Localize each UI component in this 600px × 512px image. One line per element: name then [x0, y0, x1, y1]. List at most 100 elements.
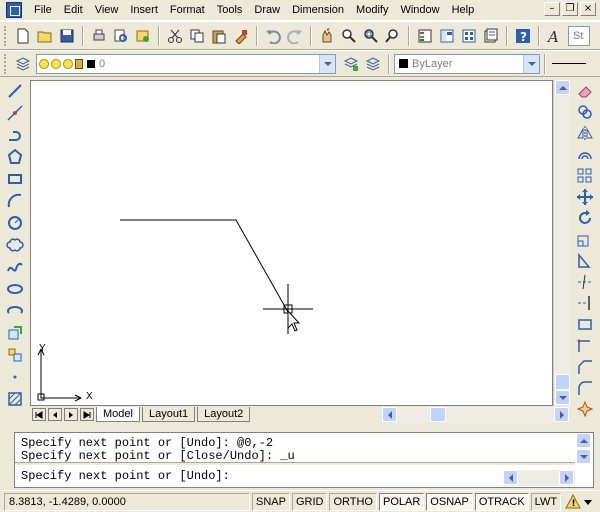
stretch-icon[interactable] — [574, 250, 596, 271]
previous-tab-button[interactable] — [48, 408, 62, 421]
menu-window[interactable]: Window — [394, 0, 445, 20]
erase-icon[interactable] — [574, 80, 596, 101]
scroll-down-button[interactable] — [555, 390, 570, 405]
circle-icon[interactable] — [4, 212, 26, 234]
menu-edit[interactable]: Edit — [58, 0, 89, 20]
tab-model[interactable]: Model — [96, 407, 140, 422]
command-prompt[interactable]: Specify next point or [Undo]: — [21, 470, 230, 483]
offset-icon[interactable] — [574, 144, 596, 165]
chevron-down-icon[interactable] — [523, 54, 539, 73]
array-icon[interactable] — [574, 165, 596, 186]
polar-toggle[interactable]: POLAR — [379, 492, 425, 511]
fillet-icon[interactable] — [574, 378, 596, 399]
extend-icon[interactable] — [574, 293, 596, 314]
drawing-area[interactable]: Y X — [30, 80, 553, 406]
zoom-previous-icon[interactable] — [382, 25, 404, 47]
tab-layout2[interactable]: Layout2 — [197, 407, 251, 422]
menu-format[interactable]: Format — [164, 0, 211, 20]
lwt-toggle[interactable]: LWT — [530, 492, 562, 511]
menu-view[interactable]: View — [89, 0, 125, 20]
scroll-up-button[interactable] — [555, 80, 570, 95]
text-style-icon[interactable]: A — [544, 25, 566, 47]
join-icon[interactable] — [574, 335, 596, 356]
undo-icon[interactable] — [262, 25, 284, 47]
grid-toggle[interactable]: GRID — [291, 492, 328, 511]
menu-modify[interactable]: Modify — [350, 0, 394, 20]
scale-icon[interactable] — [574, 229, 596, 250]
rotate-icon[interactable] — [574, 208, 596, 229]
point-icon[interactable] — [4, 366, 26, 388]
new-icon[interactable] — [12, 25, 34, 47]
redo-icon[interactable] — [284, 25, 306, 47]
status-menu-arrow-icon[interactable] — [583, 497, 593, 507]
menu-dimension[interactable]: Dimension — [286, 0, 350, 20]
copy-icon[interactable] — [186, 25, 208, 47]
chevron-down-icon[interactable] — [319, 54, 335, 73]
rectangle-icon[interactable] — [4, 168, 26, 190]
copy-object-icon[interactable] — [574, 101, 596, 122]
tool-palettes-icon[interactable] — [458, 25, 480, 47]
scroll-right-button[interactable] — [559, 470, 574, 485]
menu-file[interactable]: File — [28, 0, 58, 20]
hatch-icon[interactable] — [4, 388, 26, 410]
publish-icon[interactable] — [132, 25, 154, 47]
layer-combo[interactable]: 0 — [36, 53, 336, 74]
chamfer-icon[interactable] — [574, 356, 596, 377]
coordinate-display[interactable]: 8.3813, -1.4289, 0.0000 — [4, 492, 250, 511]
polygon-icon[interactable] — [4, 146, 26, 168]
communication-center-icon[interactable]: ! — [565, 493, 581, 510]
sheet-set-icon[interactable] — [480, 25, 502, 47]
mirror-icon[interactable] — [574, 123, 596, 144]
scroll-left-button[interactable] — [503, 470, 518, 485]
trim-icon[interactable] — [574, 271, 596, 292]
ortho-toggle[interactable]: ORTHO — [329, 492, 377, 511]
open-icon[interactable] — [34, 25, 56, 47]
line-icon[interactable] — [4, 80, 26, 102]
linetype-preview[interactable] — [552, 63, 586, 64]
scroll-down-button[interactable] — [576, 449, 591, 464]
next-tab-button[interactable] — [64, 408, 78, 421]
first-tab-button[interactable] — [32, 408, 46, 421]
scroll-thumb[interactable] — [555, 374, 570, 390]
paste-icon[interactable] — [208, 25, 230, 47]
otrack-toggle[interactable]: OTRACK — [474, 492, 529, 511]
save-icon[interactable] — [56, 25, 78, 47]
command-window[interactable]: Specify next point or [Undo]: @0,-2 Spec… — [14, 432, 594, 488]
ellipse-icon[interactable] — [4, 278, 26, 300]
command-history-scrollbar[interactable] — [575, 433, 593, 464]
menu-draw[interactable]: Draw — [248, 0, 286, 20]
help-icon[interactable]: ? — [512, 25, 534, 47]
toolbar-grip[interactable] — [4, 25, 8, 46]
plot-preview-icon[interactable] — [110, 25, 132, 47]
match-properties-icon[interactable] — [230, 25, 252, 47]
text-style-combo[interactable]: St — [568, 25, 590, 46]
ellipse-arc-icon[interactable] — [4, 300, 26, 322]
scroll-thumb[interactable] — [430, 407, 446, 422]
plot-icon[interactable] — [88, 25, 110, 47]
horizontal-scrollbar[interactable] — [382, 407, 570, 423]
arc-icon[interactable] — [4, 190, 26, 212]
construction-line-icon[interactable] — [4, 102, 26, 124]
restore-icon[interactable]: ❐ — [562, 2, 578, 16]
make-object-layer-current-icon[interactable] — [340, 53, 362, 75]
scroll-right-button[interactable] — [554, 407, 569, 422]
scroll-up-button[interactable] — [576, 433, 591, 448]
zoom-window-icon[interactable] — [360, 25, 382, 47]
move-icon[interactable] — [574, 186, 596, 207]
vertical-scrollbar[interactable] — [553, 80, 570, 406]
close-icon[interactable]: × — [580, 2, 596, 16]
properties-icon[interactable] — [414, 25, 436, 47]
pan-realtime-icon[interactable] — [316, 25, 338, 47]
cut-icon[interactable] — [164, 25, 186, 47]
color-control-combo[interactable]: ByLayer — [394, 53, 540, 74]
polyline-icon[interactable] — [4, 124, 26, 146]
explode-icon[interactable] — [574, 399, 596, 420]
minimize-icon[interactable]: – — [544, 2, 560, 16]
menu-help[interactable]: Help — [446, 0, 481, 20]
command-prompt-scrollbar[interactable] — [503, 470, 575, 486]
scroll-left-button[interactable] — [382, 407, 397, 422]
layer-previous-icon[interactable] — [362, 53, 384, 75]
tab-layout1[interactable]: Layout1 — [141, 407, 196, 422]
snap-toggle[interactable]: SNAP — [252, 492, 290, 511]
insert-block-icon[interactable] — [4, 322, 26, 344]
